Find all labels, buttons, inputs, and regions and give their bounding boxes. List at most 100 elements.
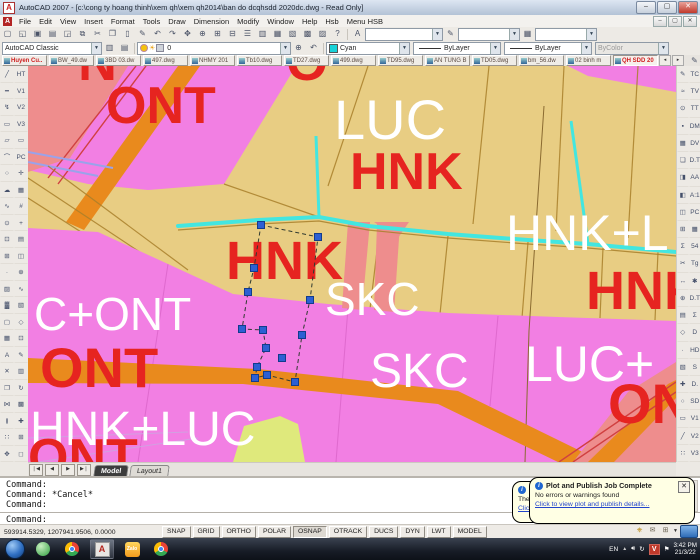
right-btn-21-v2[interactable]: V2: [689, 428, 700, 445]
right-btn-0-tc[interactable]: TC: [689, 66, 700, 83]
drawing-tab-an-tung-b[interactable]: AN TUNG B: [425, 55, 470, 66]
left-tool-8-[interactable]: #: [14, 198, 28, 215]
properties-icon[interactable]: ☰: [240, 27, 255, 41]
draw-tool-21-icon[interactable]: ≬: [0, 413, 14, 430]
grip-handle[interactable]: [292, 379, 299, 386]
tray-overflow-icon[interactable]: ▲: [622, 546, 627, 552]
right-btn-1-tv[interactable]: TV: [689, 83, 700, 100]
taskbar-item-chrome[interactable]: [61, 540, 83, 558]
drawing-tab-qh-sdd-20[interactable]: QH SDD 20: [613, 55, 658, 66]
start-button[interactable]: [5, 539, 25, 559]
publish-icon[interactable]: ⧉: [75, 27, 90, 41]
right-btn-18-d[interactable]: D.: [689, 376, 700, 393]
left-tool-0-ht[interactable]: HT: [14, 66, 28, 83]
draw-tool-20-icon[interactable]: ⋈: [0, 396, 14, 413]
statusbar-toggle-lwt[interactable]: LWT: [427, 526, 451, 538]
left-tool-17-icon[interactable]: ✎: [14, 347, 28, 364]
right-tool-19-icon[interactable]: ○: [677, 393, 689, 410]
grip-handle[interactable]: [254, 364, 261, 371]
right-btn-2-tt[interactable]: TT: [689, 100, 700, 117]
communication-center-icon[interactable]: ✉: [647, 526, 658, 536]
statusbar-toggle-ortho[interactable]: ORTHO: [222, 526, 256, 538]
lineweight-dropdown[interactable]: ByLayer▼: [504, 42, 592, 55]
left-tool-19-icon[interactable]: ↻: [14, 380, 28, 397]
drawing-tab-bw-49-dw[interactable]: BW_49.dw: [49, 55, 94, 66]
menu-hsb[interactable]: Hsb: [321, 17, 342, 26]
layout-nav-0-icon[interactable]: ❘◀: [29, 464, 43, 476]
external-ref-icon[interactable]: ⊞: [660, 526, 671, 536]
designcenter-icon[interactable]: ▥: [255, 27, 270, 41]
statusbar-toggle-polar[interactable]: POLAR: [258, 526, 291, 538]
layout-nav-1-icon[interactable]: ◀: [45, 464, 59, 476]
right-tool-13-icon[interactable]: ⊕: [677, 290, 689, 307]
right-btn-16-hd[interactable]: HD: [689, 342, 700, 359]
grip-handle[interactable]: [252, 375, 259, 382]
draw-tool-23-icon[interactable]: ✥: [0, 446, 14, 463]
right-btn-12-icon[interactable]: ✱: [689, 273, 700, 290]
grip-handle[interactable]: [260, 327, 267, 334]
mdi-restore-button[interactable]: ▢: [668, 16, 682, 27]
unikey-icon[interactable]: V: [649, 544, 660, 555]
right-tool-3-icon[interactable]: ▪: [677, 118, 689, 135]
menu-file[interactable]: File: [15, 17, 35, 26]
statusbar-toggle-osnap[interactable]: OSNAP: [293, 526, 327, 538]
undo-icon[interactable]: ↶: [150, 27, 165, 41]
layer-manager-icon[interactable]: ▤: [117, 41, 132, 55]
match-properties-icon[interactable]: ✎: [135, 27, 150, 41]
left-tool-5-pc[interactable]: PC: [14, 149, 28, 166]
left-tool-6-icon[interactable]: ✛: [14, 165, 28, 182]
clock[interactable]: 3:42 PM21/3/22: [674, 542, 697, 556]
layout-nav-3-icon[interactable]: ▶❘: [77, 464, 91, 476]
clean-screen-button[interactable]: [680, 525, 698, 538]
draw-tool-14-icon[interactable]: ▓: [0, 297, 14, 314]
menu-menu-hsb[interactable]: Menu HSB: [343, 17, 387, 26]
action-flag-icon[interactable]: ⚑: [664, 545, 670, 553]
menu-modify[interactable]: Modify: [233, 17, 263, 26]
drawing-tab-td27-dwg[interactable]: TD27.dwg: [284, 55, 329, 66]
right-tool-1-icon[interactable]: ≈: [677, 83, 689, 100]
plot-icon[interactable]: ▤: [45, 27, 60, 41]
language-indicator[interactable]: EN: [609, 546, 618, 553]
right-btn-13-dt[interactable]: D.T: [689, 290, 700, 307]
tray-expand-icon[interactable]: ▼: [673, 528, 678, 534]
table-style-icon[interactable]: ▦: [520, 27, 535, 41]
drawing-tab-tb10-dwg[interactable]: Tb10.dwg: [237, 55, 282, 66]
menu-view[interactable]: View: [56, 17, 80, 26]
grip-handle[interactable]: [315, 234, 322, 241]
layer-dropdown[interactable]: ☀ 0▼: [137, 42, 291, 55]
left-tool-11-icon[interactable]: ◫: [14, 248, 28, 265]
tool-palettes-icon[interactable]: ▦: [270, 27, 285, 41]
left-tool-18-icon[interactable]: ▥: [14, 363, 28, 380]
layout-nav-2-icon[interactable]: ▶: [61, 464, 75, 476]
right-tool-16-icon[interactable]: ·: [677, 342, 689, 359]
right-btn-10-54[interactable]: 54: [689, 238, 700, 255]
save-icon[interactable]: ▣: [30, 27, 45, 41]
workspace-settings-icon[interactable]: ▥: [102, 41, 117, 55]
zoom-window-icon[interactable]: ⊞: [210, 27, 225, 41]
drawing-tab-02-binh-m[interactable]: 02 binh m: [566, 55, 611, 66]
taskbar-item-autocad[interactable]: A: [90, 539, 114, 559]
right-tool-7-icon[interactable]: ◧: [677, 187, 689, 204]
left-tool-22-icon[interactable]: ⊞: [14, 429, 28, 446]
right-btn-4-dv[interactable]: DV: [689, 135, 700, 152]
drawing-tab-td95-dwg[interactable]: TD95.dwg: [378, 55, 423, 66]
draw-tool-11-icon[interactable]: ⊞: [0, 248, 14, 265]
grip-handle[interactable]: [279, 355, 286, 362]
menu-dimension[interactable]: Dimension: [190, 17, 233, 26]
drawing-tab-499-dwg[interactable]: 499.dwg: [331, 55, 376, 66]
text-style-icon[interactable]: A: [350, 27, 365, 41]
right-tool-17-icon[interactable]: ▧: [677, 359, 689, 376]
open-icon[interactable]: ◱: [15, 27, 30, 41]
taskbar-item-green-app[interactable]: [32, 540, 54, 558]
menu-edit[interactable]: Edit: [35, 17, 56, 26]
draw-tool-8-icon[interactable]: ∿: [0, 198, 14, 215]
right-tool-8-icon[interactable]: ◫: [677, 204, 689, 221]
right-btn-22-v3[interactable]: V3: [689, 445, 700, 462]
zoom-previous-icon[interactable]: ⊟: [225, 27, 240, 41]
right-btn-15-d[interactable]: D: [689, 324, 700, 341]
right-tool-22-icon[interactable]: ∷: [677, 445, 689, 462]
right-tool-9-icon[interactable]: ⊞: [677, 221, 689, 238]
statusbar-toggle-otrack[interactable]: OTRACK: [329, 526, 367, 538]
markup-icon[interactable]: ▩: [300, 27, 315, 41]
right-tool-0-icon[interactable]: ✎: [677, 66, 689, 83]
